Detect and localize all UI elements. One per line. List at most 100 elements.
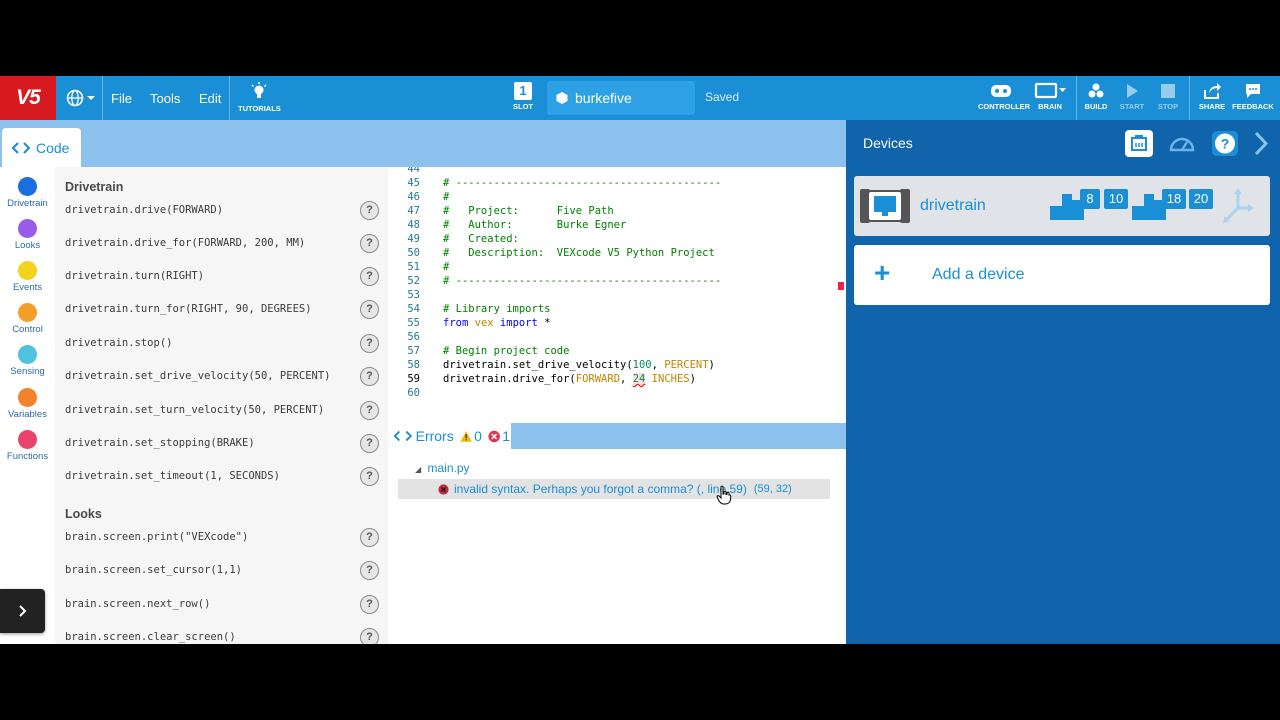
category-control[interactable]: Control [0, 303, 55, 335]
hexagon-icon [556, 92, 568, 104]
help-icon[interactable]: ? [360, 367, 379, 386]
help-icon[interactable]: ? [360, 467, 379, 486]
command-snippet[interactable]: drivetrain.set_stopping(BRAKE) [65, 437, 255, 449]
build-button[interactable]: BUILD [1078, 82, 1114, 116]
error-icon [488, 430, 500, 442]
language-button[interactable] [66, 76, 96, 120]
command-toolbox: Drivetrain drivetrain.drive(FORWARD) ? d… [55, 167, 388, 644]
code-editor[interactable]: 44 45 # --------------------------------… [388, 167, 846, 423]
line-number: 47 [407, 205, 420, 217]
gyro-icon [1223, 188, 1254, 223]
play-icon [1127, 84, 1138, 98]
feedback-button[interactable]: FEEDBACK [1232, 82, 1274, 116]
error-scroll-marker [838, 282, 844, 290]
help-icon[interactable]: ? [360, 401, 379, 420]
tab-errors[interactable]: Errors 0 1 [390, 423, 510, 449]
help-icon[interactable]: ? [360, 267, 379, 286]
command-snippet[interactable]: brain.screen.next_row() [65, 598, 210, 610]
add-device-button[interactable]: + Add a device [854, 245, 1270, 305]
menu-file[interactable]: File [111, 76, 132, 120]
command-snippet[interactable]: drivetrain.stop() [65, 337, 172, 349]
divider [1076, 76, 1077, 120]
help-icon[interactable]: ? [360, 561, 379, 580]
vexcode-app: V5 File Tools Edit TUTORIALS 1 SLOT burk… [0, 76, 1280, 644]
line-number: 54 [407, 303, 420, 315]
code-constant: FORWARD [575, 373, 621, 385]
category-looks[interactable]: Looks [0, 219, 55, 251]
line-number: 60 [407, 387, 420, 399]
help-icon[interactable]: ? [360, 201, 379, 220]
menu-tools[interactable]: Tools [150, 76, 180, 120]
device-name: drivetrain [920, 197, 986, 214]
line-number: 48 [407, 219, 420, 231]
category-drivetrain[interactable]: Drivetrain [0, 177, 55, 209]
share-button[interactable]: SHARE [1193, 82, 1231, 116]
category-label: Events [12, 282, 43, 293]
collapse-devices-button[interactable] [1249, 130, 1273, 157]
stop-button[interactable]: STOP [1150, 82, 1186, 116]
code-text: ) [689, 373, 696, 385]
category-dot [18, 345, 37, 364]
error-file-entry[interactable]: ◢ main.py [415, 461, 470, 475]
help-icon[interactable]: ? [360, 595, 379, 614]
code-line-import: from vex import * [443, 317, 551, 329]
divider [102, 76, 103, 120]
command-snippet[interactable]: drivetrain.set_drive_velocity(50, PERCEN… [65, 370, 331, 382]
category-label: Functions [6, 451, 49, 462]
help-icon[interactable]: ? [360, 528, 379, 547]
slot-label: SLOT [513, 102, 533, 111]
tutorials-button[interactable]: TUTORIALS [238, 82, 281, 116]
collapse-toolbox-button[interactable] [0, 589, 45, 633]
category-dot [18, 219, 37, 238]
help-button[interactable]: ? [1211, 130, 1239, 157]
svg-text:?: ? [1221, 136, 1230, 152]
command-snippet[interactable]: drivetrain.turn(RIGHT) [65, 270, 204, 282]
command-snippet[interactable]: drivetrain.turn_for(RIGHT, 90, DEGREES) [65, 303, 312, 315]
add-icon: + [874, 257, 891, 288]
brain-button[interactable]: BRAIN [1030, 82, 1070, 116]
help-icon[interactable]: ? [360, 628, 379, 644]
line-number: 51 [407, 261, 420, 273]
help-icon: ? [1212, 131, 1238, 156]
help-icon[interactable]: ? [360, 234, 379, 253]
code-line: # Description: VEXcode V5 Python Project [443, 247, 715, 259]
command-snippet[interactable]: brain.screen.print("VEXcode") [65, 531, 248, 543]
drivetrain-heading: Drivetrain [65, 180, 124, 194]
error-icon [438, 483, 449, 495]
command-snippet[interactable]: brain.screen.set_cursor(1,1) [65, 564, 242, 576]
dashboard-button[interactable] [1168, 130, 1196, 157]
help-icon[interactable]: ? [360, 434, 379, 453]
help-icon[interactable]: ? [360, 300, 379, 319]
port-badge: 10 [1104, 189, 1128, 209]
command-snippet[interactable]: drivetrain.set_timeout(1, SECONDS) [65, 470, 280, 482]
category-variables[interactable]: Variables [0, 388, 55, 420]
looks-heading: Looks [65, 507, 102, 521]
code-text: * [537, 317, 551, 329]
slot-button[interactable]: 1 SLOT [503, 82, 543, 116]
error-message-row[interactable]: invalid syntax. Perhaps you forgot a com… [398, 479, 830, 499]
globe-icon [66, 89, 84, 107]
line-number: 57 [407, 345, 420, 357]
command-snippet[interactable]: brain.screen.clear_screen() [65, 631, 236, 643]
build-label: BUILD [1084, 102, 1108, 111]
tab-code[interactable]: Code [2, 128, 81, 167]
start-button[interactable]: START [1114, 82, 1150, 116]
errors-title: Errors [415, 428, 454, 444]
code-line: # [443, 191, 450, 203]
divider [1189, 76, 1190, 120]
command-snippet[interactable]: drivetrain.drive(FORWARD) [65, 204, 223, 216]
category-events[interactable]: Events [0, 261, 55, 293]
controller-button[interactable]: CONTROLLER [978, 82, 1030, 116]
category-dot [18, 430, 37, 449]
command-snippet[interactable]: drivetrain.drive_for(FORWARD, 200, MM) [65, 237, 305, 249]
help-icon[interactable]: ? [360, 334, 379, 353]
category-sensing[interactable]: Sensing [0, 345, 55, 377]
warning-count: 0 [474, 428, 482, 444]
project-name-field[interactable]: burkefive [547, 81, 695, 115]
device-card-drivetrain[interactable]: drivetrain 8 10 18 20 [854, 176, 1270, 236]
code-line: # Library imports [443, 303, 551, 315]
command-snippet[interactable]: drivetrain.set_turn_velocity(50, PERCENT… [65, 404, 324, 416]
menu-edit[interactable]: Edit [199, 76, 221, 120]
category-functions[interactable]: Functions [0, 430, 55, 462]
devices-view-button[interactable] [1125, 130, 1153, 157]
